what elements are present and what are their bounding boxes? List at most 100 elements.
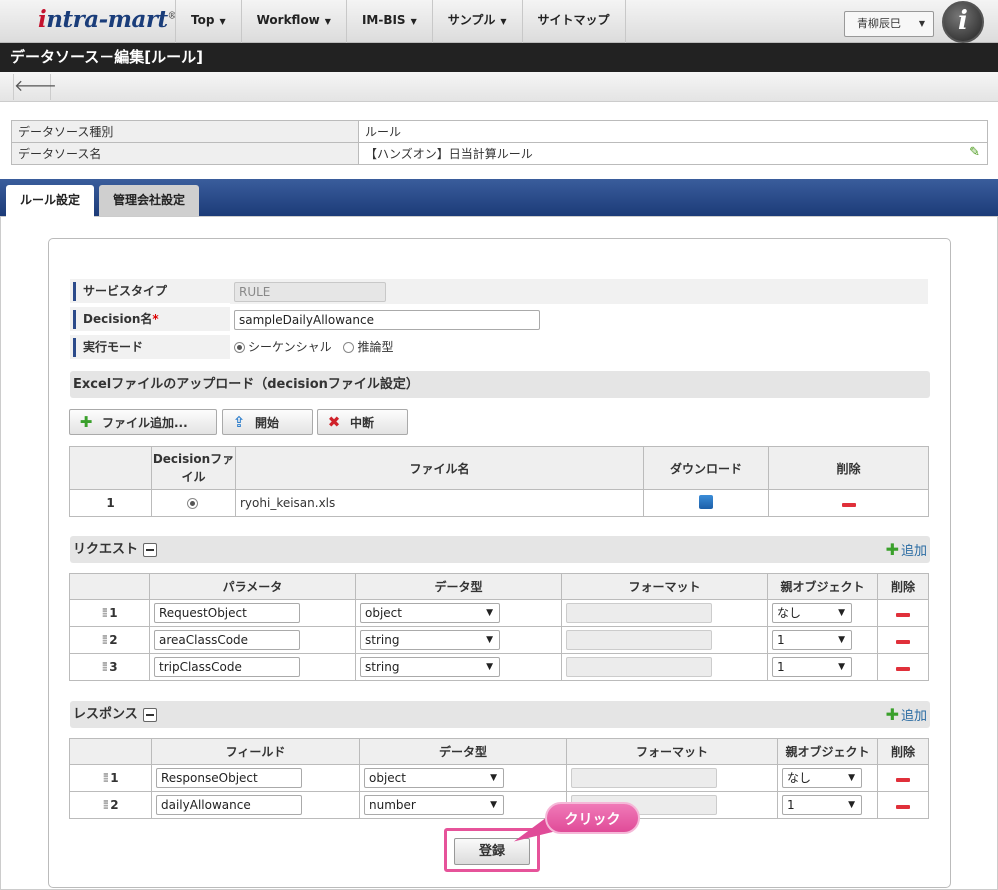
parent-object-select[interactable]: なし ▼ xyxy=(782,768,862,788)
nav-sample[interactable]: サンプル ▼ xyxy=(431,0,522,43)
service-type-field: RULE xyxy=(234,281,386,302)
plus-icon: ✚ xyxy=(79,413,93,431)
user-menu[interactable]: 青柳辰巳 ▼ xyxy=(844,11,934,37)
add-label: 追加 xyxy=(900,544,927,559)
add-file-button[interactable]: ✚ ファイル追加... xyxy=(69,409,217,435)
col-header xyxy=(69,738,152,765)
start-label: 開始 xyxy=(255,416,280,430)
info-i-icon[interactable]: i xyxy=(942,1,984,43)
col-header: Decisionファイル xyxy=(151,446,236,490)
delete-icon[interactable] xyxy=(896,667,910,671)
mode-sequential-radio[interactable] xyxy=(234,342,245,353)
request-param-table: パラメータ データ型 フォーマット 親オブジェクト 削除 ⁞⁞ 1 Request… xyxy=(69,573,929,681)
cancel-upload-button[interactable]: ✖ 中断 xyxy=(317,409,408,435)
col-header: ダウンロード xyxy=(643,446,769,490)
nav-sitemap[interactable]: サイトマップ xyxy=(521,0,626,43)
parent-object-select[interactable]: 1 ▼ xyxy=(782,795,862,815)
col-header xyxy=(69,573,150,600)
drag-handle-icon[interactable]: ⁞⁞ xyxy=(101,606,108,621)
request-section-title: リクエスト xyxy=(73,542,139,557)
pencil-edit-icon[interactable]: ✎ xyxy=(969,145,980,160)
col-header: フォーマット xyxy=(566,738,778,765)
response-add-link[interactable]: ✚ 追加 xyxy=(886,701,927,730)
info-label: データソース種別 xyxy=(11,120,359,143)
mode-inference-label: 推論型 xyxy=(357,340,394,354)
collapse-request-toggle[interactable] xyxy=(143,542,158,557)
delete-icon[interactable] xyxy=(896,613,910,617)
col-header: データ型 xyxy=(359,738,567,765)
drag-handle-icon[interactable]: ⁞⁞ xyxy=(102,798,109,813)
intra-mart-logo[interactable]: intra-mart® xyxy=(38,6,177,33)
collapse-response-toggle[interactable] xyxy=(142,707,157,722)
row-number: 2 xyxy=(109,632,118,647)
col-header: ファイル名 xyxy=(235,446,644,490)
parent-object-select[interactable]: 1 ▼ xyxy=(772,630,852,650)
decision-name-row: Decision名* sampleDailyAllowance xyxy=(70,307,928,332)
request-add-link[interactable]: ✚ 追加 xyxy=(886,536,927,565)
nav-workflow[interactable]: Workflow ▼ xyxy=(240,0,346,43)
nav-im-bis[interactable]: IM-BIS ▼ xyxy=(345,0,432,43)
info-value: ルール xyxy=(358,120,988,143)
decision-file-radio[interactable] xyxy=(186,498,198,509)
tab-strip: ルール設定 管理会社設定 xyxy=(0,179,998,217)
request-section-header: リクエスト ✚ 追加 xyxy=(70,536,930,563)
upload-icon: ⇪ xyxy=(232,413,246,431)
info-label: データソース名 xyxy=(11,142,359,165)
decision-name-input[interactable]: sampleDailyAllowance xyxy=(234,309,540,330)
add-label: 追加 xyxy=(900,709,927,724)
plus-icon: ✚ xyxy=(885,705,899,724)
cancel-label: 中断 xyxy=(350,416,375,430)
row-number: 2 xyxy=(110,797,119,812)
param-input[interactable]: RequestObject xyxy=(154,603,300,623)
global-header: intra-mart® Top ▼ Workflow ▼ IM-BIS ▼ サンプル ▼… xyxy=(0,0,998,43)
parent-object-select[interactable]: なし ▼ xyxy=(772,603,852,623)
back-button[interactable]: 🡐 xyxy=(13,74,57,100)
field-input[interactable]: dailyAllowance xyxy=(156,795,302,815)
start-upload-button[interactable]: ⇪ 開始 xyxy=(222,409,313,435)
col-header: フォーマット xyxy=(561,573,768,600)
response-section-title: レスポンス xyxy=(73,707,138,722)
drag-handle-icon[interactable]: ⁞⁞ xyxy=(101,633,108,648)
info-value-cell: 【ハンズオン】日当計算ルール ✎ xyxy=(358,142,988,165)
service-type-label: サービスタイプ xyxy=(73,282,167,301)
drag-handle-icon[interactable]: ⁞⁞ xyxy=(101,660,108,675)
upload-file-table: Decisionファイル ファイル名 ダウンロード 削除 1 ryohi_kei… xyxy=(69,446,929,517)
format-input xyxy=(566,630,712,650)
x-icon: ✖ xyxy=(327,413,341,431)
tab-rule-settings[interactable]: ルール設定 xyxy=(6,185,95,217)
delete-icon[interactable] xyxy=(841,503,856,507)
drag-handle-icon[interactable]: ⁞⁞ xyxy=(102,771,109,786)
row-number: 1 xyxy=(69,489,152,517)
data-type-select[interactable]: object ▼ xyxy=(364,768,504,788)
field-input[interactable]: ResponseObject xyxy=(156,768,302,788)
delete-icon[interactable] xyxy=(896,805,910,809)
nav-top[interactable]: Top ▼ xyxy=(175,0,241,43)
file-name: ryohi_keisan.xls xyxy=(235,489,644,517)
required-mark: * xyxy=(152,312,159,326)
mode-sequential-label: シーケンシャル xyxy=(248,340,332,354)
col-header: 親オブジェクト xyxy=(777,738,878,765)
add-file-label: ファイル追加... xyxy=(102,416,188,430)
data-type-select[interactable]: object ▼ xyxy=(360,603,500,623)
data-type-select[interactable]: string ▼ xyxy=(360,657,500,677)
delete-icon[interactable] xyxy=(896,778,910,782)
download-icon[interactable] xyxy=(699,494,713,509)
page-title: データソース－編集[ルール] xyxy=(0,43,998,72)
data-type-select[interactable]: string ▼ xyxy=(360,630,500,650)
decision-name-label: Decision名 xyxy=(83,312,153,326)
col-header: フィールド xyxy=(151,738,360,765)
info-value: 【ハンズオン】日当計算ルール xyxy=(365,147,533,161)
plus-icon: ✚ xyxy=(885,540,899,559)
col-header: 削除 xyxy=(877,738,929,765)
delete-icon[interactable] xyxy=(896,640,910,644)
col-header: 削除 xyxy=(877,573,929,600)
data-type-select[interactable]: number ▼ xyxy=(364,795,504,815)
parent-object-select[interactable]: 1 ▼ xyxy=(772,657,852,677)
param-input[interactable]: tripClassCode xyxy=(154,657,300,677)
param-input[interactable]: areaClassCode xyxy=(154,630,300,650)
tab-company-settings[interactable]: 管理会社設定 xyxy=(99,185,200,216)
info-row-type: データソース種別 ルール xyxy=(11,120,988,143)
mode-inference-radio[interactable] xyxy=(343,342,355,353)
toolbar: 🡐 xyxy=(0,72,998,102)
col-header xyxy=(69,446,152,490)
